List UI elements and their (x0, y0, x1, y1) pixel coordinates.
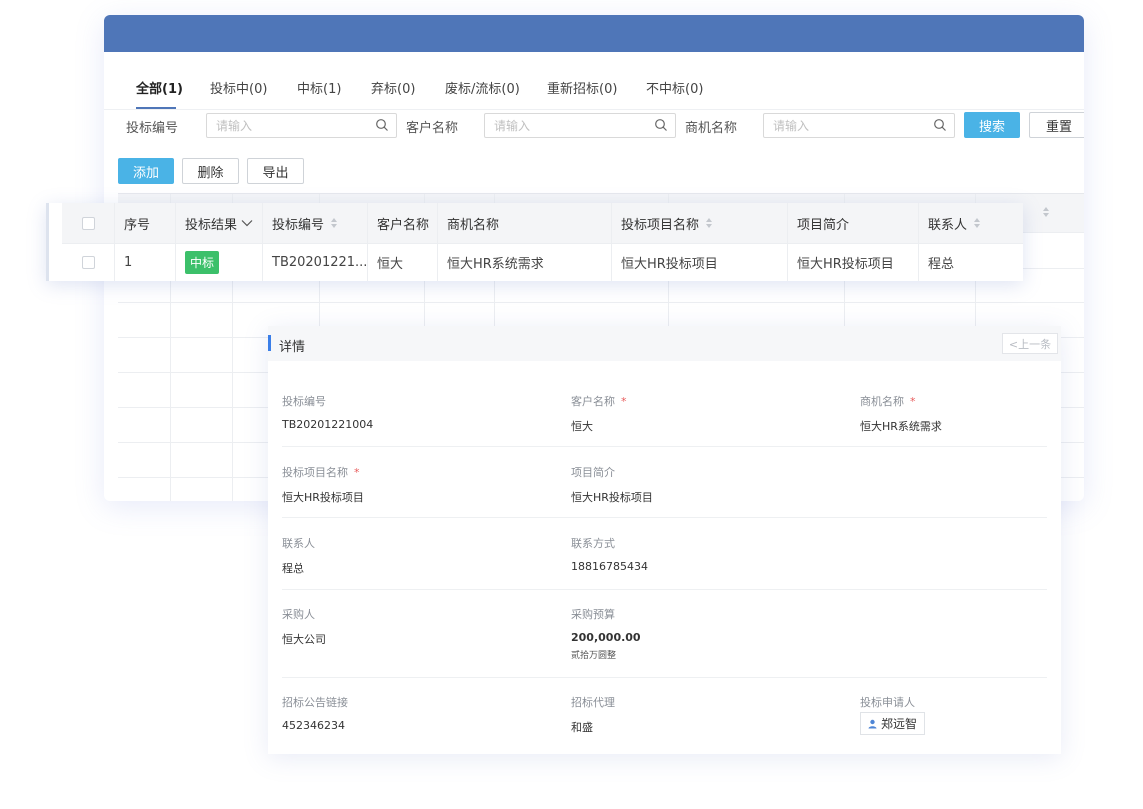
bid-no-filter-label: 投标编号 (126, 121, 179, 136)
previous-record-button[interactable]: <上一条 (1002, 333, 1058, 354)
detail-header: 详情 <上一条 (268, 326, 1061, 361)
detail-title: 详情 (279, 340, 306, 355)
phone-label: 联系方式 (571, 537, 615, 550)
customer-label: 客户名称 * (571, 395, 627, 408)
export-button[interactable]: 导出 (247, 158, 304, 184)
bid-no-search-input[interactable] (206, 113, 397, 138)
tab-invalid[interactable]: 废标/流标(0) (445, 78, 520, 97)
agent-value: 和盛 (571, 721, 593, 734)
status-badge: 中标 (185, 251, 220, 274)
tab-bidding[interactable]: 投标中(0) (210, 78, 267, 97)
project-label: 投标项目名称 * (282, 466, 360, 479)
bid-table: 序号 投标结果 投标编号 客户名称 商机名称 投标项目名称 项目简介 联系人 1… (46, 203, 1023, 281)
tab-abandoned[interactable]: 弃标(0) (371, 78, 415, 97)
tab-won[interactable]: 中标(1) (297, 78, 341, 97)
notice-link-label: 招标公告链接 (282, 696, 348, 709)
purchaser-value: 恒大公司 (282, 633, 326, 646)
required-mark: * (621, 395, 627, 408)
row-bid-no[interactable]: TB20201221... (263, 244, 368, 281)
row-summary: 恒大HR投标项目 (788, 244, 919, 281)
bid-no-value: TB20201221004 (282, 418, 374, 431)
contact-label: 联系人 (282, 537, 315, 550)
applicant-name: 郑远智 (881, 717, 918, 731)
header-result[interactable]: 投标结果 (176, 203, 263, 243)
header-index: 序号 (115, 203, 176, 243)
applicant-tag[interactable]: 郑远智 (860, 712, 926, 735)
search-icon[interactable] (375, 118, 389, 132)
row-project: 恒大HR投标项目 (612, 244, 788, 281)
notice-link-value[interactable]: 452346234 (282, 719, 345, 732)
phone-value: 18816785434 (571, 560, 648, 573)
summary-value: 恒大HR投标项目 (571, 491, 653, 504)
budget-value: 200,000.00 (571, 631, 641, 644)
row-select[interactable] (62, 244, 115, 281)
tab-rebid[interactable]: 重新招标(0) (547, 78, 617, 97)
add-button[interactable]: 添加 (118, 158, 174, 184)
customer-search-input[interactable] (484, 113, 676, 138)
header-select-all[interactable] (62, 203, 115, 243)
window-header-bar (104, 15, 1084, 52)
detail-panel: 详情 <上一条 投标编号 TB20201221004 客户名称 * 恒大 商机名称… (268, 326, 1061, 754)
agent-label: 招标代理 (571, 696, 615, 709)
bid-no-label: 投标编号 (282, 395, 326, 408)
purchaser-label: 采购人 (282, 608, 315, 621)
header-bid-no[interactable]: 投标编号 (263, 203, 368, 243)
opportunity-value: 恒大HR系统需求 (860, 420, 942, 433)
header-contact[interactable]: 联系人 (919, 203, 1023, 243)
header-project[interactable]: 投标项目名称 (612, 203, 788, 243)
required-mark: * (354, 466, 360, 479)
tab-all[interactable]: 全部(1) (136, 78, 183, 97)
row-contact: 程总 (928, 257, 955, 272)
table-header: 序号 投标结果 投标编号 客户名称 商机名称 投标项目名称 项目简介 联系人 (62, 203, 1023, 243)
active-tab-indicator (136, 107, 176, 109)
row-customer: 恒大 (368, 244, 438, 281)
search-icon[interactable] (933, 118, 947, 132)
customer-value: 恒大 (571, 420, 593, 433)
select-all-checkbox[interactable] (82, 216, 95, 230)
row-result: 中标 (176, 244, 263, 281)
search-button[interactable]: 搜索 (964, 112, 1020, 138)
row-opportunity: 恒大HR系统需求 (438, 244, 612, 281)
sort-icon[interactable] (1042, 206, 1050, 218)
row-checkbox[interactable] (82, 256, 95, 269)
reset-button[interactable]: 重置 (1029, 112, 1084, 138)
header-customer: 客户名称 (368, 203, 438, 243)
chevron-down-icon[interactable] (241, 219, 253, 227)
tab-lost[interactable]: 不中标(0) (646, 78, 703, 97)
search-icon[interactable] (654, 118, 668, 132)
budget-uppercase: 贰拾万圆整 (571, 651, 617, 661)
required-mark: * (910, 395, 916, 408)
header-opportunity: 商机名称 (438, 203, 612, 243)
opportunity-search-input[interactable] (763, 113, 955, 138)
delete-button[interactable]: 删除 (182, 158, 239, 184)
sort-icon[interactable] (330, 217, 338, 229)
status-tabs: 全部(1) 投标中(0) 中标(1) 弃标(0) 废标/流标(0) 重新招标(0… (104, 52, 1084, 110)
budget-label: 采购预算 (571, 608, 615, 621)
customer-filter-label: 客户名称 (406, 121, 459, 136)
contact-value: 程总 (282, 562, 304, 575)
sort-icon[interactable] (973, 217, 981, 229)
row-index: 1 (115, 244, 176, 281)
opportunity-label: 商机名称 * (860, 395, 916, 408)
user-icon (868, 719, 877, 728)
summary-label: 项目简介 (571, 466, 615, 479)
project-value: 恒大HR投标项目 (282, 491, 364, 504)
sort-icon[interactable] (705, 217, 713, 229)
header-summary: 项目简介 (788, 203, 919, 243)
table-row[interactable]: 1 中标 TB20201221... 恒大 恒大HR系统需求 恒大HR投标项目 … (62, 243, 1023, 281)
applicant-label: 投标申请人 (860, 696, 915, 709)
opportunity-filter-label: 商机名称 (685, 121, 738, 136)
